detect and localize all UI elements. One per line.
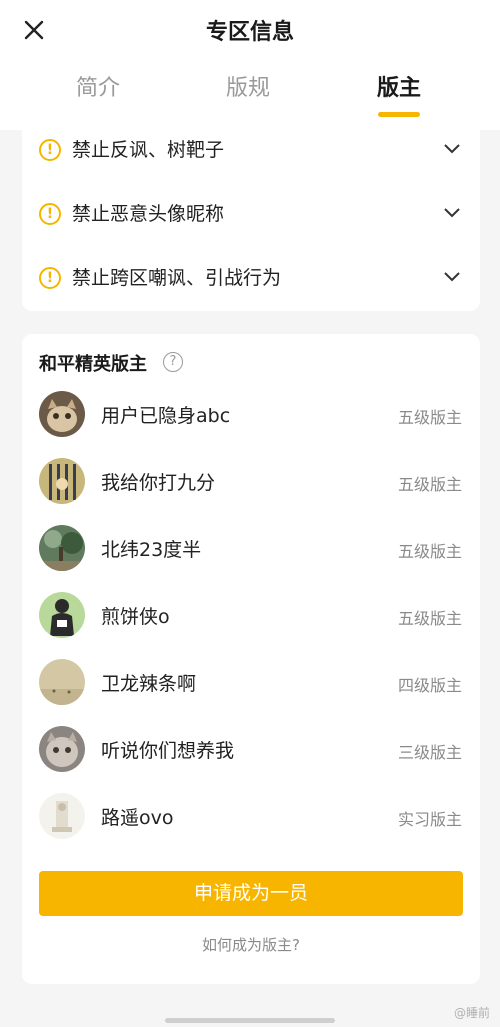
moderator-name: 我给你打九分 <box>101 472 216 494</box>
moderator-row[interactable]: 路遥ovo 实习版主 <box>22 788 480 844</box>
moderator-name: 卫龙辣条啊 <box>101 673 197 695</box>
page-title: 专区信息 <box>205 20 294 45</box>
moderator-level: 实习版主 <box>397 810 462 829</box>
active-tab-indicator <box>378 112 420 117</box>
moderator-level: 五级版主 <box>397 542 462 561</box>
how-to-become-moderator-link[interactable]: 如何成为版主? <box>22 934 480 955</box>
avatar[interactable] <box>39 726 85 772</box>
moderator-name: 路遥ovo <box>101 807 174 829</box>
tab-rules[interactable]: 版规 <box>193 70 303 102</box>
rule-item[interactable]: ! 禁止反讽、树靶子 <box>22 132 480 172</box>
tab-bar: 简介 版规 版主 <box>0 70 500 120</box>
moderators-card: 和平精英版主 ? 用户已隐身abc 五级版主 我给你打九分 五级版主 北纬23度… <box>22 334 480 984</box>
tab-moderators[interactable]: 版主 <box>344 70 454 102</box>
moderator-name: 听说你们想养我 <box>101 740 235 762</box>
warning-icon: ! <box>39 267 61 289</box>
moderator-level: 五级版主 <box>397 408 462 427</box>
avatar[interactable] <box>39 391 85 437</box>
moderator-level: 四级版主 <box>397 676 462 695</box>
top-bar: 专区信息 简介 版规 版主 <box>0 0 500 130</box>
moderator-level: 五级版主 <box>397 475 462 494</box>
moderator-name: 北纬23度半 <box>101 539 202 561</box>
help-icon[interactable]: ? <box>163 352 183 372</box>
home-indicator <box>165 1018 335 1023</box>
moderators-heading: 和平精英版主 <box>39 354 147 375</box>
rules-card: ! 禁止反讽、树靶子 ! 禁止恶意头像昵称 ! 禁止跨区嘲讽、引战行为 <box>22 124 480 311</box>
apply-moderator-button[interactable]: 申请成为一员 <box>39 871 463 916</box>
watermark: @睡前 <box>453 1006 490 1020</box>
moderator-row[interactable]: 煎饼侠o 五级版主 <box>22 587 480 643</box>
rule-item[interactable]: ! 禁止恶意头像昵称 <box>22 196 480 236</box>
rule-text: 禁止跨区嘲讽、引战行为 <box>72 267 282 289</box>
rule-text: 禁止恶意头像昵称 <box>72 203 225 225</box>
moderator-row[interactable]: 我给你打九分 五级版主 <box>22 453 480 509</box>
rule-text: 禁止反讽、树靶子 <box>72 139 225 161</box>
moderator-row[interactable]: 北纬23度半 五级版主 <box>22 520 480 576</box>
chevron-down-icon[interactable] <box>443 140 461 158</box>
moderator-row[interactable]: 用户已隐身abc 五级版主 <box>22 386 480 442</box>
warning-icon: ! <box>39 139 61 161</box>
moderator-level: 五级版主 <box>397 609 462 628</box>
avatar[interactable] <box>39 793 85 839</box>
avatar[interactable] <box>39 525 85 571</box>
avatar[interactable] <box>39 659 85 705</box>
moderator-level: 三级版主 <box>397 743 462 762</box>
rule-item[interactable]: ! 禁止跨区嘲讽、引战行为 <box>22 260 480 300</box>
moderator-row[interactable]: 卫龙辣条啊 四级版主 <box>22 654 480 710</box>
moderator-row[interactable]: 听说你们想养我 三级版主 <box>22 721 480 777</box>
moderator-name: 用户已隐身abc <box>101 405 231 427</box>
chevron-down-icon[interactable] <box>443 268 461 286</box>
avatar[interactable] <box>39 592 85 638</box>
avatar[interactable] <box>39 458 85 504</box>
moderator-name: 煎饼侠o <box>101 606 170 628</box>
tab-intro[interactable]: 简介 <box>43 70 153 102</box>
chevron-down-icon[interactable] <box>443 204 461 222</box>
warning-icon: ! <box>39 203 61 225</box>
